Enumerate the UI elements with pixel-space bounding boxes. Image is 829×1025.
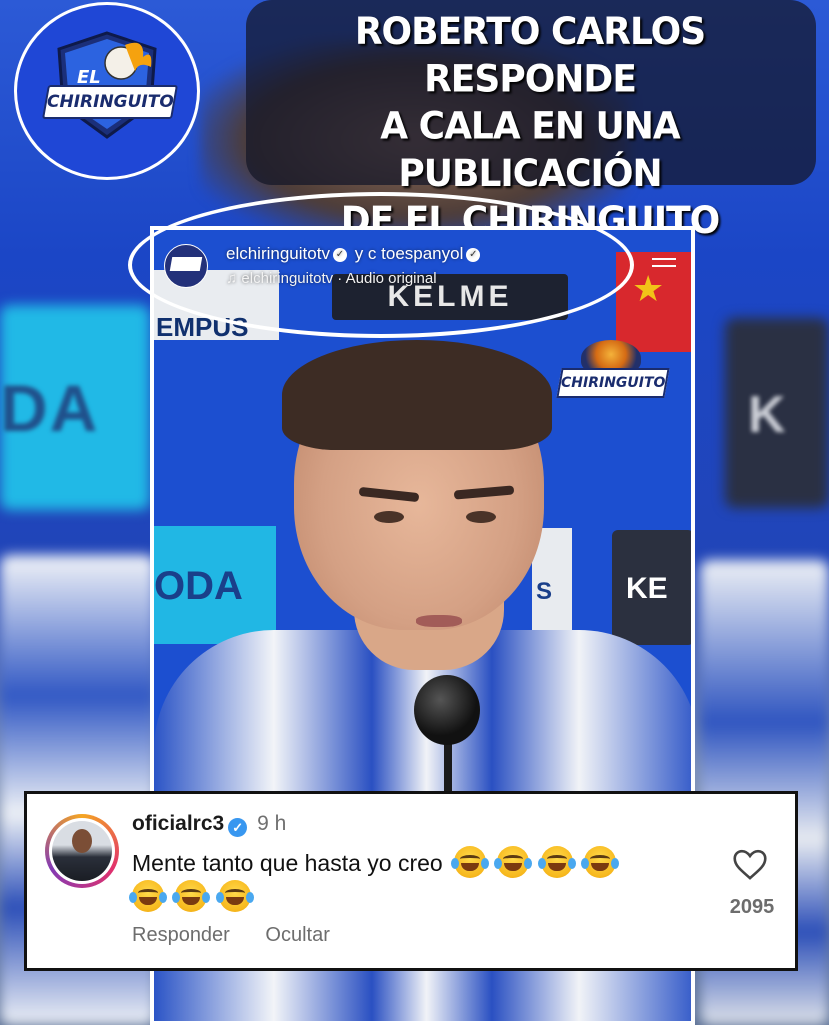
laughing-emoji-icon bbox=[215, 880, 254, 912]
laughing-emoji-icon bbox=[494, 846, 533, 878]
watermark-logo: CHIRINGUITO bbox=[556, 340, 670, 410]
hide-button[interactable]: Ocultar bbox=[265, 924, 329, 946]
player-hair bbox=[282, 340, 552, 450]
player-mouth bbox=[416, 615, 462, 627]
reply-button[interactable]: Responder bbox=[132, 924, 230, 946]
laughing-emoji-icon bbox=[537, 846, 576, 878]
sponsor-mid-text: S bbox=[536, 578, 553, 605]
microphone-icon bbox=[414, 675, 480, 745]
laughing-emoji-icon bbox=[581, 846, 620, 878]
highlight-ellipse bbox=[128, 192, 634, 338]
chiringuito-logo: EL CHIRINGUITO bbox=[14, 2, 200, 180]
watermark-text: CHIRINGUITO bbox=[560, 375, 666, 391]
player-eye-left bbox=[374, 511, 404, 523]
player-eye-right bbox=[466, 511, 496, 523]
watermark-plate: CHIRINGUITO bbox=[556, 368, 670, 398]
commenter-avatar[interactable] bbox=[45, 814, 119, 888]
laughing-emoji-icon bbox=[172, 880, 211, 912]
bg-sponsor-cyan-text: DA bbox=[0, 371, 100, 445]
logo-name-plate: CHIRINGUITO bbox=[42, 85, 178, 119]
like-count: 2095 bbox=[729, 896, 775, 918]
laughing-emoji-icon bbox=[129, 880, 167, 912]
commenter-photo bbox=[52, 821, 112, 881]
headline-line-2: A CALA EN UNA PUBLICACIÓN bbox=[380, 104, 681, 196]
comment-actions: Responder Ocultar bbox=[132, 924, 360, 947]
sponsor-board-cyan: ODA bbox=[154, 526, 276, 644]
sponsor-board-dark: KE bbox=[612, 530, 691, 645]
sponsor-right-text: KE bbox=[626, 572, 668, 605]
comment-time: 9 h bbox=[257, 812, 287, 835]
star-icon: ★ bbox=[632, 268, 665, 309]
laughing-emoji-icon bbox=[451, 846, 490, 878]
headline-line-1: ROBERTO CARLOS RESPONDE bbox=[354, 10, 706, 101]
comment-body: Mente tanto que hasta yo creo bbox=[132, 850, 443, 876]
verified-badge-icon-3: ✓ bbox=[228, 818, 248, 837]
bg-sponsor-dark-text: K bbox=[748, 386, 786, 444]
commenter-username[interactable]: oficialrc3 bbox=[132, 812, 224, 835]
logo-name-text: CHIRINGUITO bbox=[46, 92, 174, 112]
comment-card: oficialrc3 ✓ 9 h Mente tanto que hasta yo… bbox=[24, 791, 798, 971]
heart-icon[interactable] bbox=[732, 849, 768, 881]
menu-icon[interactable] bbox=[652, 258, 676, 274]
sponsor-cyan-text: ODA bbox=[154, 564, 243, 608]
commenter-line: oficialrc3 ✓ 9 h bbox=[132, 812, 286, 837]
comment-text: Mente tanto que hasta yo creo bbox=[129, 846, 692, 914]
